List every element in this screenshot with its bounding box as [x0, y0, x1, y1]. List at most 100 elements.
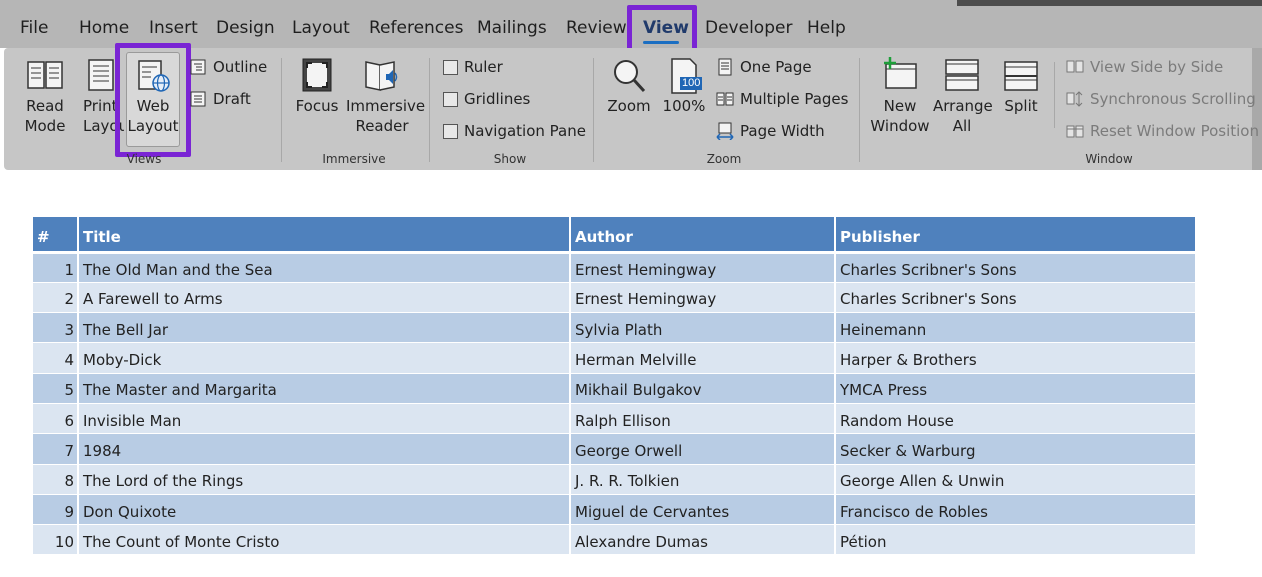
book-title[interactable]: The Bell Jar	[78, 312, 571, 344]
header-author[interactable]: Author	[570, 217, 836, 254]
print-layout-button[interactable]: Print Layout	[78, 56, 124, 136]
row-number[interactable]: 3	[33, 312, 79, 344]
table-row: 10 The Count of Monte Cristo Alexandre D…	[33, 524, 1195, 556]
web-layout-icon	[133, 56, 173, 96]
arrange-all-icon	[942, 56, 982, 96]
web-layout-label-2: Layout	[127, 117, 179, 135]
book-title[interactable]: The Master and Margarita	[78, 373, 571, 404]
header-publisher[interactable]: Publisher	[835, 217, 1195, 254]
book-title[interactable]: Moby-Dick	[78, 342, 571, 374]
menu-bar: File Home Insert Design Layout Reference…	[0, 10, 1262, 48]
view-side-by-side-button[interactable]: View Side by Side	[1066, 58, 1223, 76]
page-width-button[interactable]: Page Width	[716, 122, 825, 141]
tab-review[interactable]: Review	[566, 18, 627, 38]
view-side-by-side-label: View Side by Side	[1090, 58, 1224, 76]
tab-view[interactable]: View	[643, 18, 689, 38]
one-page-label: One Page	[740, 58, 812, 76]
header-number[interactable]: #	[33, 217, 79, 254]
tab-insert[interactable]: Insert	[149, 18, 198, 38]
split-button[interactable]: Split	[1000, 56, 1042, 116]
book-author[interactable]: George Orwell	[570, 433, 836, 465]
group-separator	[593, 58, 594, 162]
draft-button[interactable]: Draft	[189, 90, 251, 108]
book-publisher[interactable]: YMCA Press	[835, 373, 1195, 404]
tab-design[interactable]: Design	[216, 18, 275, 38]
book-title[interactable]: The Count of Monte Cristo	[78, 524, 571, 556]
zoom-button[interactable]: Zoom	[606, 56, 652, 116]
navigation-pane-label: Navigation Pane	[464, 122, 586, 140]
reset-window-position-button[interactable]: Reset Window Position	[1066, 122, 1259, 140]
tab-help[interactable]: Help	[807, 18, 846, 38]
book-publisher[interactable]: Heinemann	[835, 312, 1195, 344]
split-icon	[1001, 56, 1041, 96]
book-publisher[interactable]: Secker & Warburg	[835, 433, 1195, 465]
book-author[interactable]: Herman Melville	[570, 342, 836, 374]
table-row: 9 Don Quixote Miguel de Cervantes Franci…	[33, 494, 1195, 526]
gridlines-checkbox[interactable]: Gridlines	[443, 90, 530, 108]
row-number[interactable]: 6	[33, 403, 79, 435]
web-layout-button[interactable]: Web Layout	[126, 52, 180, 147]
book-title[interactable]: The Lord of the Rings	[78, 464, 571, 495]
focus-button[interactable]: Focus	[293, 56, 341, 116]
tab-developer[interactable]: Developer	[705, 18, 792, 38]
tab-layout[interactable]: Layout	[292, 18, 350, 38]
read-mode-button[interactable]: Read Mode	[22, 56, 68, 136]
tab-file[interactable]: File	[20, 18, 48, 38]
book-author[interactable]: Mikhail Bulgakov	[570, 373, 836, 404]
synchronous-scrolling-button[interactable]: Synchronous Scrolling	[1066, 90, 1256, 108]
book-title[interactable]: A Farewell to Arms	[78, 282, 571, 314]
ruler-check-box[interactable]	[443, 59, 458, 75]
table-row: 1 The Old Man and the Sea Ernest Hemingw…	[33, 252, 1195, 283]
book-publisher[interactable]: Charles Scribner's Sons	[835, 282, 1195, 314]
row-number[interactable]: 8	[33, 464, 79, 495]
row-number[interactable]: 1	[33, 252, 79, 283]
arrange-all-label-1: Arrange	[933, 97, 993, 115]
book-author[interactable]: Ernest Hemingway	[570, 252, 836, 283]
book-author[interactable]: J. R. R. Tolkien	[570, 464, 836, 495]
read-mode-label-2: Mode	[24, 117, 66, 135]
book-author[interactable]: Alexandre Dumas	[570, 524, 836, 556]
navigation-pane-checkbox[interactable]: Navigation Pane	[443, 122, 586, 140]
new-window-button[interactable]: New Window	[870, 56, 930, 136]
row-number[interactable]: 4	[33, 342, 79, 374]
book-publisher[interactable]: Pétion	[835, 524, 1195, 556]
book-title[interactable]: The Old Man and the Sea	[78, 252, 571, 283]
row-number[interactable]: 10	[33, 524, 79, 556]
ruler-checkbox[interactable]: Ruler	[443, 58, 503, 76]
synchronous-scrolling-icon	[1066, 90, 1084, 108]
book-title[interactable]: Invisible Man	[78, 403, 571, 435]
navigation-pane-check-box[interactable]	[443, 123, 458, 139]
outline-label: Outline	[213, 58, 268, 76]
tab-references[interactable]: References	[369, 18, 463, 38]
book-publisher[interactable]: Francisco de Robles	[835, 494, 1195, 526]
book-publisher[interactable]: George Allen & Unwin	[835, 464, 1195, 495]
focus-icon	[297, 56, 337, 96]
print-layout-label-1: Print	[83, 97, 118, 115]
immersive-reader-button[interactable]: Immersive Reader	[346, 56, 425, 136]
book-author[interactable]: Ernest Hemingway	[570, 282, 836, 314]
books-table: # Title Author Publisher 1 The Old Man a…	[33, 217, 1195, 556]
one-page-button[interactable]: One Page	[716, 58, 812, 76]
tab-mailings[interactable]: Mailings	[477, 18, 547, 38]
book-title[interactable]: 1984	[78, 433, 571, 465]
row-number[interactable]: 9	[33, 494, 79, 526]
gridlines-check-box[interactable]	[443, 91, 458, 107]
book-publisher[interactable]: Random House	[835, 403, 1195, 435]
outline-button[interactable]: Outline	[189, 58, 267, 76]
synchronous-scrolling-label: Synchronous Scrolling	[1090, 90, 1256, 108]
tab-home[interactable]: Home	[79, 18, 129, 38]
row-number[interactable]: 7	[33, 433, 79, 465]
book-author[interactable]: Miguel de Cervantes	[570, 494, 836, 526]
row-number[interactable]: 5	[33, 373, 79, 404]
zoom-100-button[interactable]: 100 100%	[662, 56, 706, 116]
reset-window-position-label: Reset Window Position	[1090, 122, 1259, 140]
book-publisher[interactable]: Harper & Brothers	[835, 342, 1195, 374]
book-author[interactable]: Sylvia Plath	[570, 312, 836, 344]
multiple-pages-button[interactable]: Multiple Pages	[716, 90, 848, 108]
row-number[interactable]: 2	[33, 282, 79, 314]
book-author[interactable]: Ralph Ellison	[570, 403, 836, 435]
book-title[interactable]: Don Quixote	[78, 494, 571, 526]
header-title[interactable]: Title	[78, 217, 571, 254]
arrange-all-button[interactable]: Arrange All	[933, 56, 993, 136]
book-publisher[interactable]: Charles Scribner's Sons	[835, 252, 1195, 283]
